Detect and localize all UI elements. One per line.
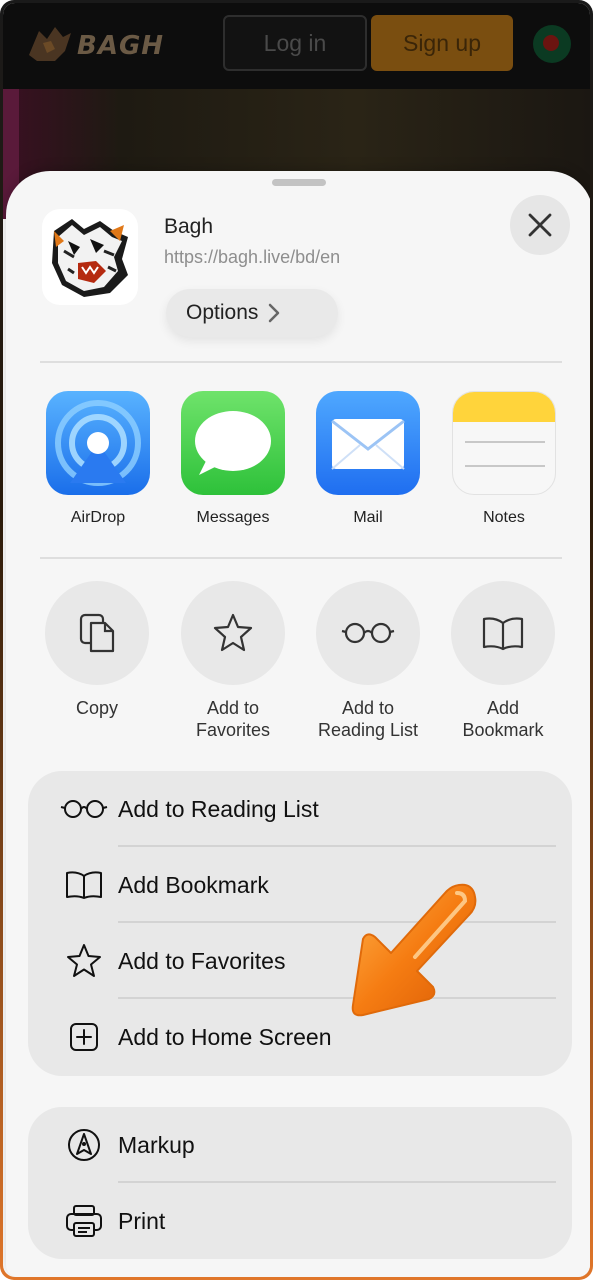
share-apps-row: AirDrop Messages Mail Notes	[6, 391, 590, 531]
markup-icon	[60, 1125, 108, 1165]
divider	[40, 361, 562, 363]
site-logo-text: BAGH	[77, 31, 165, 61]
menu-item-label: Print	[118, 1207, 166, 1234]
share-actions-row: Copy Add to Favorites Add to Reading Lis…	[6, 581, 590, 751]
site-thumbnail	[42, 209, 138, 305]
book-icon	[60, 865, 108, 905]
mail-icon	[316, 391, 420, 495]
site-header: BAGH Log in Sign up	[3, 3, 590, 89]
printer-icon	[60, 1201, 108, 1241]
menu-item-label: Add to Favorites	[118, 947, 286, 974]
options-label: Options	[186, 301, 259, 324]
divider	[40, 557, 562, 559]
menu-item-label: Add to Reading List	[118, 795, 319, 822]
share-menu-group: Markup Print	[28, 1107, 572, 1259]
app-label: AirDrop	[70, 509, 126, 526]
sheet-grabber[interactable]	[272, 179, 326, 186]
menu-item-print[interactable]: Print	[28, 1183, 572, 1259]
messages-icon	[181, 391, 285, 495]
star-icon	[181, 581, 285, 685]
signup-button[interactable]: Sign up	[371, 15, 513, 71]
screen: BAGH Log in Sign up Bagh https://bagh.li…	[3, 3, 590, 1277]
chevron-right-icon	[269, 303, 280, 323]
bangladesh-flag-icon[interactable]	[533, 25, 571, 63]
action-label: Add Bookmark	[462, 698, 544, 740]
menu-item-label: Add to Home Screen	[118, 1023, 332, 1050]
pointer-arrow-icon	[351, 883, 477, 1017]
app-airdrop[interactable]: AirDrop	[30, 391, 166, 527]
share-title: Bagh	[164, 215, 214, 238]
action-add-favorites[interactable]: Add to Favorites	[158, 581, 308, 741]
tiger-logo-icon	[29, 27, 71, 61]
tiger-head-icon	[52, 219, 128, 297]
close-icon	[528, 213, 552, 237]
menu-item-add-reading-list[interactable]: Add to Reading List	[28, 771, 572, 847]
menu-item-label: Markup	[118, 1131, 195, 1158]
action-add-reading-list[interactable]: Add to Reading List	[293, 581, 443, 741]
app-label: Mail	[353, 509, 383, 526]
notes-icon	[452, 391, 556, 495]
device-frame: BAGH Log in Sign up Bagh https://bagh.li…	[0, 0, 593, 1280]
copy-icon	[45, 581, 149, 685]
action-label: Copy	[75, 698, 119, 718]
app-label: Messages	[196, 509, 270, 526]
action-label: Add to Reading List	[317, 698, 419, 740]
action-add-bookmark[interactable]: Add Bookmark	[428, 581, 578, 741]
airdrop-icon	[46, 391, 150, 495]
app-label: Notes	[483, 509, 525, 526]
book-icon	[451, 581, 555, 685]
action-label: Add to Favorites	[195, 698, 271, 740]
close-button[interactable]	[510, 195, 570, 255]
share-sheet: Bagh https://bagh.live/bd/en Options Air…	[6, 171, 590, 1277]
star-icon	[60, 941, 108, 981]
glasses-icon	[316, 581, 420, 685]
options-button[interactable]: Options	[166, 289, 338, 337]
glasses-icon	[60, 789, 108, 829]
plus-square-icon	[60, 1017, 108, 1057]
login-button[interactable]: Log in	[223, 15, 367, 71]
menu-item-markup[interactable]: Markup	[28, 1107, 572, 1183]
app-mail[interactable]: Mail	[300, 391, 436, 527]
action-copy[interactable]: Copy	[22, 581, 172, 719]
app-notes[interactable]: Notes	[436, 391, 572, 527]
app-messages[interactable]: Messages	[165, 391, 301, 527]
site-logo[interactable]: BAGH	[25, 21, 165, 67]
menu-item-label: Add Bookmark	[118, 871, 269, 898]
share-url: https://bagh.live/bd/en	[164, 247, 341, 267]
